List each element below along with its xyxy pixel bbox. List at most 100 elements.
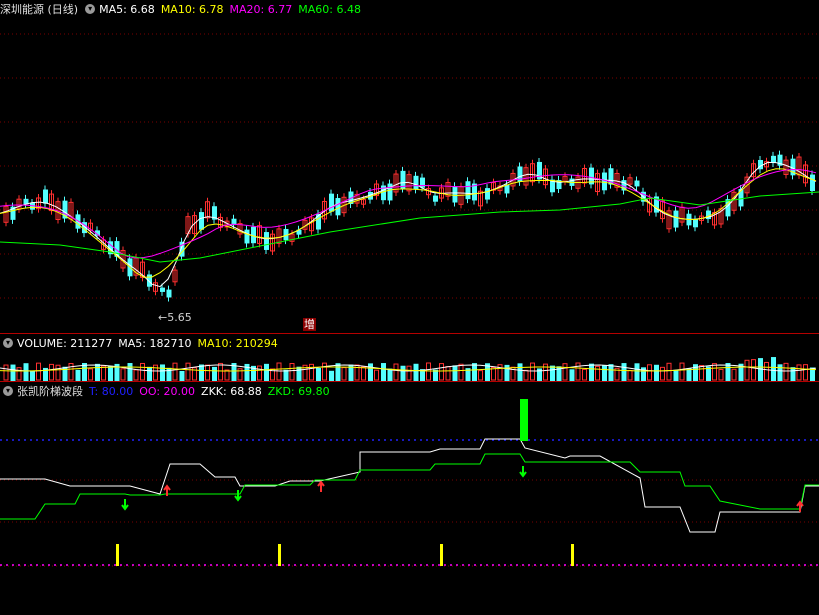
green-signal-bar — [520, 399, 528, 441]
volume-bar-up — [133, 369, 139, 381]
volume-bar-down — [368, 363, 373, 381]
volume-bar-down — [504, 364, 510, 381]
volume-panel[interactable]: ▾ VOLUME: 211277 MA5: 182710 MA10: 21029… — [0, 334, 819, 381]
volume-bar-down — [771, 357, 776, 381]
indicator-title: 张凯阶梯波段 — [17, 385, 83, 398]
volume-bar-up — [49, 363, 54, 381]
volume-bar-up — [731, 368, 737, 381]
volume-bar-up — [712, 363, 717, 381]
volume-bar-down — [199, 364, 204, 381]
volume-bar-down — [790, 367, 796, 381]
volume-bar-up — [205, 364, 210, 381]
candle-body-down — [43, 189, 48, 204]
candle-body-down — [433, 195, 438, 202]
candle-body-down — [329, 193, 334, 212]
arrow-down-icon — [234, 490, 242, 502]
volume-bar-down — [621, 363, 627, 381]
candle-body-down — [420, 177, 425, 188]
indicator-panel[interactable]: ▾ 张凯阶梯波段 T: 80.00 OO: 20.00 ZKK: 68.88 Z… — [0, 382, 819, 615]
zkk-label: ZKK: 68.88 — [201, 384, 262, 398]
volume-bar-up — [309, 363, 314, 381]
volume-bar-up — [647, 364, 652, 381]
volume-bar-down — [108, 365, 113, 381]
volume-bar-down — [517, 363, 523, 381]
volume-bar-down — [608, 364, 614, 381]
yellow-signal-bar — [440, 544, 443, 566]
candle-body-down — [771, 155, 776, 163]
volume-bar-down — [654, 364, 659, 381]
volume-bar-up — [530, 362, 535, 381]
ma10-label: MA10: 6.78 — [160, 2, 224, 16]
candle-body-down — [673, 210, 679, 228]
volume-bar-up — [660, 366, 665, 381]
ma20-label: MA20: 6.77 — [229, 2, 293, 16]
zkd-label: ZKD: 69.80 — [267, 384, 330, 398]
volume-bar-up — [289, 363, 295, 381]
volume-bar-up — [439, 363, 444, 381]
volume-bar-up — [582, 368, 587, 381]
volume-bar-up — [523, 369, 529, 381]
volume-bar-up — [3, 364, 9, 381]
volume-bar-down — [244, 363, 250, 381]
candlestick-chart[interactable] — [0, 0, 819, 333]
volume-bar-up — [751, 359, 756, 381]
volume-bar-up — [374, 369, 379, 381]
t-label: T: 80.00 — [89, 384, 134, 398]
chevron-down-icon[interactable]: ▾ — [85, 4, 96, 14]
candle-body-down — [465, 181, 471, 200]
volume-bar-down — [10, 364, 16, 381]
volume-bar-up — [699, 364, 704, 381]
volume-bar-up — [218, 362, 223, 381]
volume-bar-up — [257, 365, 262, 381]
chevron-down-icon[interactable]: ▾ — [3, 386, 13, 396]
volume-ma5-label: MA5: 182710 — [118, 336, 192, 350]
volume-bar-down — [413, 363, 419, 381]
volume-bar-down — [569, 369, 575, 381]
arrow-up-icon — [796, 500, 804, 512]
volume-bar-down — [75, 369, 81, 381]
volume-bar-down — [673, 370, 679, 381]
candle-body-down — [244, 229, 250, 244]
volume-bar-up — [185, 362, 191, 381]
volume-bar-down — [452, 365, 458, 381]
volume-bar-down — [400, 365, 406, 381]
volume-bar-up — [426, 362, 431, 381]
volume-bar-up — [361, 366, 366, 381]
volume-label: VOLUME: 211277 — [17, 336, 113, 350]
volume-bar-up — [458, 363, 464, 381]
volume-bar-up — [445, 366, 451, 381]
volume-ma10-label: MA10: 210294 — [197, 336, 278, 350]
volume-bar-up — [68, 362, 74, 381]
volume-bar-down — [589, 363, 594, 381]
volume-bar-up — [718, 368, 724, 381]
indicator-chart[interactable] — [0, 382, 819, 615]
volume-bar-up — [562, 363, 568, 381]
arrow-up-icon — [317, 480, 325, 492]
price-panel[interactable]: 深圳能源 (日线) ▾ MA5: 6.68 MA10: 6.78 MA20: 6… — [0, 0, 819, 333]
volume-bar-up — [575, 362, 581, 381]
candle-body-down — [810, 174, 815, 192]
volume-bar-up — [276, 362, 282, 381]
volume-bar-up — [666, 362, 672, 381]
volume-bar-up — [679, 362, 685, 381]
volume-bar-up — [796, 364, 802, 381]
volume-bar-up — [172, 362, 178, 381]
volume-bar-down — [264, 363, 269, 381]
volume-bar-up — [406, 365, 412, 381]
oo-label: OO: 20.00 — [139, 384, 196, 398]
chevron-down-icon[interactable]: ▾ — [3, 338, 13, 348]
volume-bar-down — [472, 363, 477, 381]
price-header: 深圳能源 (日线) ▾ MA5: 6.68 MA10: 6.78 MA20: 6… — [0, 1, 367, 17]
volume-bar-up — [55, 364, 61, 381]
volume-bar-up — [341, 367, 347, 381]
volume-bar-down — [147, 366, 152, 381]
volume-bar-down — [283, 369, 289, 381]
volume-bar-down — [602, 365, 607, 381]
volume-bar-up — [101, 365, 106, 381]
volume-bar-down — [381, 363, 386, 381]
volume-bar-down — [179, 370, 185, 381]
volume-bar-down — [335, 363, 341, 381]
volume-bar-up — [783, 362, 789, 381]
arrow-down-icon — [121, 499, 129, 511]
volume-bar-up — [140, 362, 145, 381]
